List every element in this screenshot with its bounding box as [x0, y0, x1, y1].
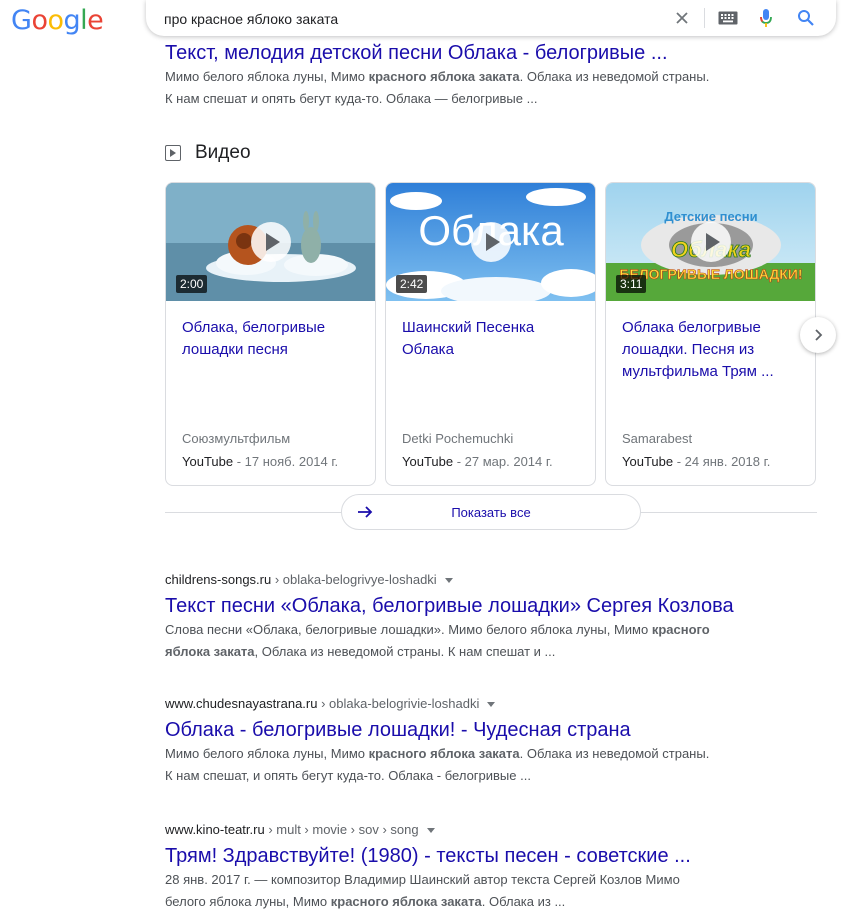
search-result: www.kino-teatr.ru › mult › movie › sov ›… — [165, 821, 785, 913]
video-title[interactable]: Облака, белогривые лошадки песня — [182, 317, 362, 361]
video-date: - 17 нояб. 2014 г. — [233, 454, 339, 469]
result-title[interactable]: Облака - белогривые лошадки! - Чудесная … — [165, 717, 785, 743]
divider — [704, 8, 705, 28]
search-result: childrens-songs.ru › oblaka-belogrivye-l… — [165, 571, 785, 663]
search-box — [146, 0, 836, 36]
video-channel: Samarabest — [622, 431, 693, 446]
video-card[interactable]: 2:00 Облака, белогривые лошадки песня Со… — [165, 182, 376, 486]
result-snippet: 28 янв. 2017 г. — композитор Владимир Ша… — [165, 869, 785, 913]
result-domain: childrens-songs.ru — [165, 572, 272, 587]
header: Google — [0, 0, 852, 44]
play-icon[interactable] — [250, 222, 291, 262]
video-section-title: Видео — [195, 142, 251, 163]
snippet-text: белого яблока луны, Мимо — [165, 894, 331, 909]
close-icon[interactable] — [672, 8, 692, 28]
result-breadcrumb: › mult › movie › sov › song — [264, 822, 419, 837]
video-title[interactable]: Облака белогривые лошадки. Песня из муль… — [622, 317, 802, 383]
snippet-highlight: яблока заката — [165, 644, 255, 659]
video-date: - 24 янв. 2018 г. — [673, 454, 771, 469]
snippet-text: Мимо белого яблока луны, Мимо — [165, 69, 369, 84]
chevron-right-icon — [815, 329, 823, 341]
logo-letter: l — [80, 5, 88, 36]
logo-letter: o — [47, 5, 64, 36]
result-title[interactable]: Текст, мелодия детской песни Облака - бе… — [165, 40, 785, 66]
show-all-label: Показать все — [451, 504, 531, 520]
video-icon — [165, 145, 181, 161]
result-snippet: Мимо белого яблока луны, Мимо красного я… — [165, 66, 785, 110]
snippet-text: . Облака из ... — [481, 894, 566, 909]
chevron-down-icon[interactable] — [487, 702, 496, 708]
keyboard-icon[interactable] — [718, 8, 738, 28]
video-source: YouTube - 24 янв. 2018 г. — [622, 454, 770, 469]
snippet-text: Мимо белого яблока луны, Мимо — [165, 746, 369, 761]
video-platform: YouTube — [622, 454, 674, 469]
video-channel: Detki Pochemuchki — [402, 431, 514, 446]
snippet-text: Слова песни «Облака, белогривые лошадки»… — [165, 622, 652, 637]
video-section-header: Видео — [165, 142, 251, 164]
snippet-highlight: красного — [651, 622, 710, 637]
snippet-text: . Облака из неведомой страны. — [519, 746, 710, 761]
video-thumbnail[interactable]: 2:00 — [166, 183, 375, 301]
logo-letter: o — [31, 5, 48, 36]
snippet-text: К нам спешат и опять бегут куда-то. Обла… — [165, 91, 538, 106]
show-all-button[interactable]: Показать все — [341, 494, 641, 530]
video-date: - 27 мар. 2014 г. — [453, 454, 553, 469]
snippet-highlight: красного яблока заката — [368, 69, 520, 84]
result-breadcrumb: › oblaka-belogrivye-loshadki — [271, 572, 437, 587]
snippet-text: 28 янв. 2017 г. — композитор Владимир Ша… — [165, 872, 680, 887]
snippet-text: К нам спешат, и опять бегут куда-то. Обл… — [165, 768, 531, 783]
result-url[interactable]: childrens-songs.ru › oblaka-belogrivye-l… — [165, 571, 785, 589]
play-icon[interactable] — [690, 222, 731, 262]
snippet-highlight: красного яблока заката — [330, 894, 482, 909]
logo-letter: g — [63, 5, 81, 36]
result-breadcrumb: › oblaka-belogrivie-loshadki — [317, 696, 480, 711]
chevron-down-icon[interactable] — [444, 578, 453, 584]
result-snippet: Слова песни «Облака, белогривые лошадки»… — [165, 619, 785, 663]
video-duration: 2:42 — [396, 275, 428, 293]
result-url[interactable]: www.chudesnayastrana.ru › oblaka-belogri… — [165, 695, 785, 713]
result-title[interactable]: Текст песни «Облака, белогривые лошадки»… — [165, 593, 785, 619]
video-duration: 2:00 — [176, 275, 208, 293]
logo-letter: e — [87, 5, 104, 36]
video-thumbnail[interactable]: Облака 2:42 — [386, 183, 595, 301]
video-duration: 3:11 — [616, 275, 647, 293]
search-input[interactable] — [164, 9, 664, 29]
snippet-highlight: красного яблока заката — [368, 746, 520, 761]
video-title[interactable]: Шаинский Песенка Облака — [402, 317, 582, 361]
chevron-down-icon[interactable] — [426, 828, 435, 834]
logo-letter: G — [11, 5, 32, 36]
video-source: YouTube - 17 нояб. 2014 г. — [182, 454, 338, 469]
video-channel: Союзмультфильм — [182, 431, 291, 446]
microphone-icon[interactable] — [756, 8, 776, 28]
video-card[interactable]: Детские песни Облака БЕЛОГРИВЫЕ ЛОШАДКИ!… — [605, 182, 816, 486]
video-card[interactable]: Облака 2:42 Шаинский Песенка Облака Detk… — [385, 182, 596, 486]
video-platform: YouTube — [402, 454, 454, 469]
play-icon[interactable] — [470, 222, 511, 262]
snippet-text: , Облака из неведомой страны. К нам спеш… — [254, 644, 556, 659]
video-source: YouTube - 27 мар. 2014 г. — [402, 454, 553, 469]
search-result: Текст, мелодия детской песни Облака - бе… — [165, 40, 785, 110]
result-domain: www.kino-teatr.ru — [165, 822, 265, 837]
video-platform: YouTube — [182, 454, 234, 469]
carousel-next-button[interactable] — [800, 317, 836, 353]
search-result: www.chudesnayastrana.ru › oblaka-belogri… — [165, 695, 785, 787]
search-icon[interactable] — [796, 8, 816, 28]
thumbnail-text: БЕЛОГРИВЫЕ ЛОШАДКИ! — [619, 266, 802, 282]
snippet-text: . Облака из неведомой страны. — [519, 69, 710, 84]
result-url[interactable]: www.kino-teatr.ru › mult › movie › sov ›… — [165, 821, 785, 839]
result-title[interactable]: Трям! Здравствуйте! (1980) - тексты песе… — [165, 843, 785, 869]
google-logo[interactable]: Google — [11, 5, 104, 36]
result-domain: www.chudesnayastrana.ru — [165, 696, 318, 711]
result-snippet: Мимо белого яблока луны, Мимо красного я… — [165, 743, 785, 787]
video-thumbnail[interactable]: Детские песни Облака БЕЛОГРИВЫЕ ЛОШАДКИ!… — [606, 183, 815, 301]
